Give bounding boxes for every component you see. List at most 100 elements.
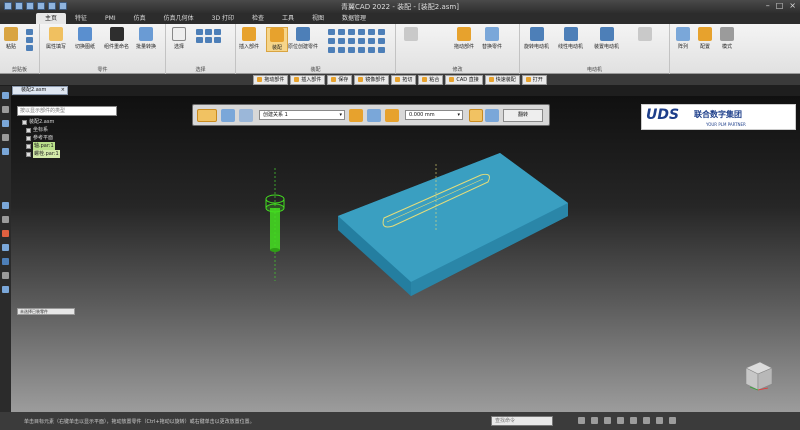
shading-icon[interactable] [656,417,663,424]
cmd-cut[interactable]: 拓切 [391,74,417,85]
rigid-icon[interactable] [328,47,335,53]
configure-button[interactable]: 配置 [698,27,712,50]
tree-item-bolt[interactable]: 螺栓.par:1 [22,150,60,158]
axial-icon[interactable] [368,29,375,35]
find-command-input[interactable]: 查找命令 [491,416,553,426]
tab-view[interactable]: 视图 [303,13,333,24]
view-orientation-icon[interactable] [669,417,676,424]
tree-item-assembly[interactable]: 装配2.asm [22,118,60,126]
tools-icon[interactable] [2,106,9,113]
3d-viewport[interactable] [11,96,800,412]
relation-list-icon[interactable] [239,109,253,122]
pan-icon[interactable] [617,417,624,424]
gear-icon[interactable] [348,38,355,44]
relation-type-select[interactable]: 创建关系 1 ▾ [259,110,345,120]
pathfinder-filter-input[interactable]: 按以显示部件的类型 [17,106,117,116]
checkbox[interactable] [22,119,27,125]
rename-component-button[interactable]: 组件重命名 [104,27,129,50]
layer-icon[interactable] [214,37,221,43]
zoom-area-icon[interactable] [591,417,598,424]
zoom-icon[interactable] [578,417,585,424]
tab-tools[interactable]: 工具 [273,13,303,24]
relation-icon[interactable] [378,47,385,53]
tangent-icon[interactable] [328,38,335,44]
cmd-mirror-part[interactable]: 镜像部件 [354,74,390,85]
ground-icon[interactable] [338,47,345,53]
show-icon[interactable] [196,37,203,43]
close-tab-icon[interactable]: × [61,87,65,94]
cmd-save[interactable]: 保存 [327,74,353,85]
hide-icon[interactable] [205,37,212,43]
view-style-icon[interactable] [643,417,650,424]
disabled-modify-button[interactable] [404,27,418,43]
checkbox[interactable] [26,143,31,149]
cmd-cad-direct[interactable]: CAD 直接 [445,74,483,85]
checkbox[interactable] [26,135,31,141]
checkbox[interactable] [26,151,31,157]
planar-icon[interactable] [358,29,365,35]
rotary-motor-button[interactable]: 旋转电动机 [524,27,549,50]
layers-icon[interactable] [2,134,9,141]
tab-features[interactable]: 特征 [66,13,96,24]
drag-part-button[interactable]: 拖动部件 [454,27,474,50]
insert-part-button[interactable]: 插入部件 [239,27,259,50]
cam-icon[interactable] [338,38,345,44]
select-button[interactable]: 选择 [172,27,186,50]
cmd-insert-part[interactable]: 插入部件 [290,74,326,85]
paste-button[interactable]: 粘贴 [4,27,18,50]
switch-drawing-button[interactable]: 切换图纸 [75,27,95,50]
color-icon[interactable] [2,230,9,237]
table-icon[interactable] [2,272,9,279]
cmd-drag-part[interactable]: 拖动部件 [253,74,289,85]
features-icon[interactable] [2,148,9,155]
property-fill-button[interactable]: 属性填写 [46,27,66,50]
view-icon[interactable] [2,202,9,209]
rotate-icon[interactable] [469,109,483,122]
mate-icon[interactable] [328,29,335,35]
sensor-icon[interactable] [2,244,9,251]
device-motor-button[interactable]: 装置电动机 [594,27,619,50]
maximize-icon[interactable]: □ [776,1,784,10]
connect-icon[interactable] [358,47,365,53]
fit-icon[interactable] [604,417,611,424]
match-icon[interactable] [378,38,385,44]
bolt-part[interactable] [265,168,285,281]
mode-button[interactable]: 模式 [720,27,734,50]
format-icon[interactable] [26,45,33,51]
pathfinder-bottom-tab[interactable]: 未选择已装零件 [17,308,75,315]
close-icon[interactable]: × [789,1,796,10]
help-icon[interactable] [2,258,9,265]
align-icon[interactable] [338,29,345,35]
document-tab[interactable]: 装配2.asm × [12,86,68,95]
tree-item-shaft[interactable]: 轴.par:1 [22,142,60,150]
filter-icon[interactable] [196,29,203,35]
tab-home[interactable]: 主页 [36,13,67,24]
lasso-icon[interactable] [214,29,221,35]
angle-icon[interactable] [378,29,385,35]
tab-inspect[interactable]: 检查 [243,13,273,24]
lock-rotation-icon[interactable] [485,109,499,122]
lock-icon[interactable] [368,47,375,53]
create-in-place-button[interactable]: 原位创建零件 [288,27,318,50]
assemble-options-icon[interactable] [197,109,217,122]
tree-item-coords[interactable]: 坐标系 [22,126,60,134]
replace-part-button[interactable]: 替换零件 [482,27,502,50]
cmd-glue[interactable]: 粘合 [418,74,444,85]
library-icon[interactable] [2,120,9,127]
tab-sim-geometry[interactable]: 仿真几何体 [155,13,203,24]
assemble-button[interactable]: 装配 [266,27,288,52]
batch-convert-button[interactable]: 批量转换 [136,27,156,50]
relation-type-icon[interactable] [349,109,363,122]
checkbox[interactable] [26,127,31,133]
motor-disabled-button[interactable] [638,27,652,43]
parallel-icon[interactable] [348,47,355,53]
box-select-icon[interactable] [205,29,212,35]
tree-item-ref-planes[interactable]: 参考平面 [22,134,60,142]
minimize-icon[interactable]: – [766,1,770,10]
cmd-quick-assemble[interactable]: 快速装配 [484,74,520,85]
linear-motor-button[interactable]: 线性电动机 [558,27,583,50]
tab-pmi[interactable]: PMI [96,13,125,24]
select-tools-icon[interactable] [2,216,9,223]
offset-type-icon[interactable] [385,109,399,122]
tab-data-management[interactable]: 数据管理 [333,13,375,24]
